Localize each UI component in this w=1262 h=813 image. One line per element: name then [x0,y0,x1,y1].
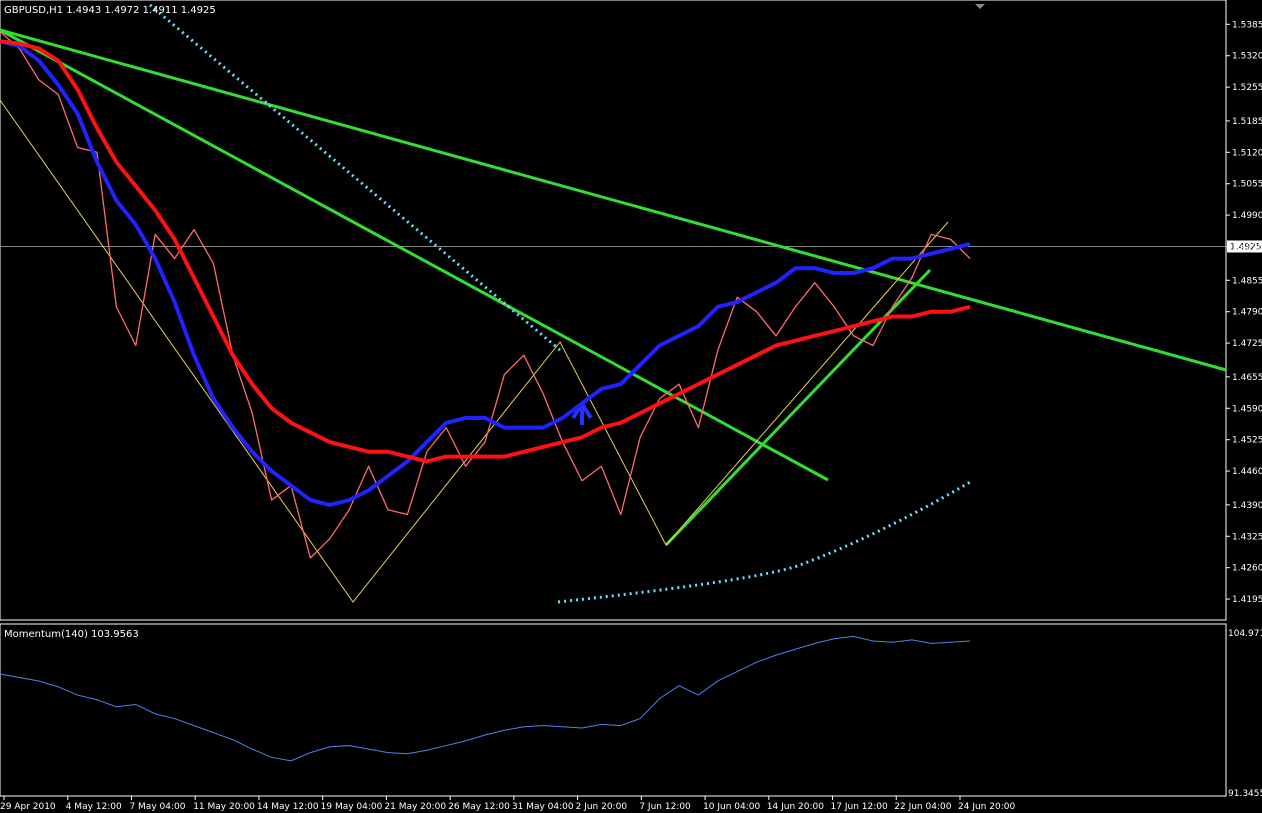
price-tick-label: 1.5055 [1232,180,1262,190]
time-tick-label: 24 Jun 20:00 [958,802,1015,812]
price-tick-label: 1.4325 [1232,532,1262,542]
chart-title: GBPUSD,H1 1.4943 1.4972 1.4911 1.4925 [4,5,216,16]
price-tick-label: 1.5385 [1232,20,1262,30]
price-tick-label: 1.5320 [1232,52,1262,62]
price-tick-label: 1.4460 [1232,467,1262,477]
time-tick-label: 11 May 20:00 [193,802,255,812]
time-tick-label: 2 Jun 20:00 [576,802,628,812]
time-tick-label: 22 Jun 04:00 [894,802,951,812]
time-tick-label: 14 May 12:00 [257,802,319,812]
indicator-axis: 104.971 91.3455 [1228,629,1262,799]
time-tick-label: 7 May 04:00 [129,802,185,812]
time-tick-label: 10 Jun 04:00 [703,802,760,812]
indicator-title: Momentum(140) 103.9563 [4,629,139,640]
price-tick-label: 1.4590 [1232,404,1262,414]
price-tick-label: 1.4655 [1232,373,1262,383]
price-tick-label: 1.5185 [1232,117,1262,127]
price-tick-label: 1.4260 [1232,564,1262,574]
time-tick-label: 29 Apr 2010 [0,802,56,812]
price-tick-label: 1.4390 [1232,501,1262,511]
time-tick-label: 19 May 04:00 [321,802,383,812]
price-tick-label: 1.4990 [1232,211,1262,221]
price-tick-label: 1.4855 [1232,276,1262,286]
time-tick-label: 31 May 04:00 [512,802,574,812]
price-tick-label: 1.4725 [1232,339,1262,349]
price-tick-label: 1.5120 [1232,148,1262,158]
price-tick-label: 1.5255 [1232,83,1262,93]
time-tick-label: 14 Jun 20:00 [767,802,824,812]
indicator-panel [0,623,1227,797]
price-tick-label: 1.4790 [1232,308,1262,318]
price-tick-label: 1.4195 [1232,595,1262,605]
price-tick-label: 1.4925 [1232,242,1262,252]
time-tick-label: 26 May 12:00 [448,802,510,812]
indicator-tick-label: 104.971 [1228,629,1262,639]
time-tick-label: 21 May 20:00 [384,802,446,812]
time-axis: 29 Apr 2010 4 May 12:00 7 May 04:00 11 May … [0,796,1015,812]
price-tick-label: 1.4525 [1232,436,1262,446]
price-panel [0,0,1227,621]
time-tick-label: 4 May 12:00 [66,802,122,812]
indicator-tick-label: 91.3455 [1228,789,1262,799]
time-tick-label: 17 Jun 12:00 [831,802,888,812]
price-axis: 1.5385 1.5320 1.5255 1.5185 1.5120 1.5055 1.49… [1226,20,1262,605]
chart-svg: GBPUSD,H1 1.4943 1.4972 1.4911 1.4925 Mo… [0,0,1262,812]
time-tick-label: 7 Jun 12:00 [639,802,691,812]
